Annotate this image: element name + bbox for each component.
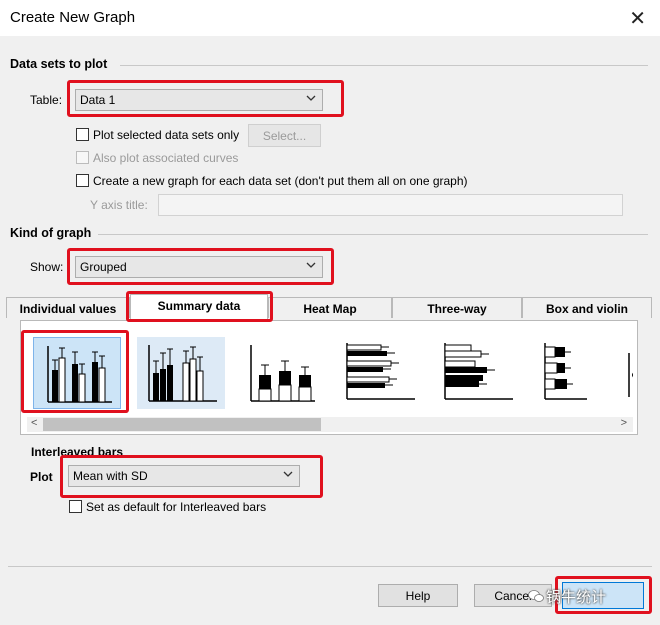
horizontal-interleaved-bars-icon — [346, 343, 415, 400]
table-label: Table: — [30, 93, 63, 107]
title-bar: Create New Graph ✕ — [0, 0, 660, 36]
chevron-down-icon — [306, 95, 316, 101]
graph-thumbnail-gallery — [27, 335, 633, 415]
thumbnail-horizontal-interleaved-bars[interactable] — [333, 337, 421, 409]
table-dropdown-value: Data 1 — [80, 93, 116, 107]
show-dropdown[interactable]: Grouped — [75, 256, 323, 278]
window-title: Create New Graph — [10, 9, 136, 26]
thumbnail-grouped-points[interactable] — [625, 337, 633, 409]
table-dropdown[interactable]: Data 1 — [75, 89, 323, 111]
thumbnail-interleaved-bars[interactable] — [33, 337, 121, 409]
stacked-bars-icon — [250, 345, 315, 402]
horizontal-separated-bars-icon — [544, 343, 587, 400]
section-divider — [98, 234, 648, 235]
y-axis-title-input[interactable] — [158, 194, 623, 216]
tab-summary-data[interactable]: Summary data — [130, 294, 268, 320]
set-default-label: Set as default for Interleaved bars — [86, 500, 267, 514]
kind-of-graph-heading: Kind of graph — [10, 226, 92, 240]
plot-label: Plot — [30, 470, 53, 484]
separated-bars-icon — [148, 345, 217, 402]
thumbnail-separated-bars[interactable] — [137, 337, 225, 409]
y-axis-title-label: Y axis title: — [90, 198, 148, 212]
plot-dropdown[interactable]: Mean with SD — [68, 465, 300, 487]
chevron-down-icon — [306, 262, 316, 268]
plot-selected-checkbox[interactable] — [76, 128, 89, 141]
thumbnail-horizontal-stacked-bars[interactable] — [431, 337, 519, 409]
show-dropdown-value: Grouped — [80, 260, 127, 274]
plot-selected-label: Plot selected data sets only — [93, 128, 240, 142]
tab-heat-map[interactable]: Heat Map — [268, 297, 392, 318]
chat-bubble-icon — [528, 590, 544, 602]
interleaved-bars-icon — [47, 346, 112, 403]
scroll-right-icon[interactable]: > — [621, 417, 627, 429]
footer-divider — [8, 566, 652, 567]
select-button[interactable]: Select... — [248, 124, 321, 147]
data-sets-heading: Data sets to plot — [10, 57, 108, 71]
new-graph-label: Create a new graph for each data set (do… — [93, 174, 468, 188]
tab-three-way[interactable]: Three-way — [392, 297, 522, 318]
show-label: Show: — [30, 260, 64, 274]
chevron-down-icon — [283, 471, 293, 477]
gallery-scrollbar[interactable]: < > — [27, 417, 633, 432]
thumbnail-horizontal-separated-bars[interactable] — [527, 337, 615, 409]
scroll-left-icon[interactable]: < — [31, 417, 37, 429]
scrollbar-thumb[interactable] — [43, 418, 321, 431]
help-button[interactable]: Help — [378, 584, 458, 607]
new-graph-checkbox[interactable] — [76, 174, 89, 187]
tab-individual-values[interactable]: Individual values — [6, 297, 130, 318]
section-divider — [120, 65, 648, 66]
also-plot-checkbox[interactable] — [76, 151, 89, 164]
thumbnail-stacked-bars[interactable] — [237, 337, 325, 409]
close-icon[interactable]: ✕ — [629, 6, 646, 31]
graph-type-panel: < > — [20, 320, 638, 435]
interleaved-bars-heading: Interleaved bars — [31, 445, 124, 459]
plot-dropdown-value: Mean with SD — [73, 469, 148, 483]
tab-box-and-violin[interactable]: Box and violin — [522, 297, 652, 318]
also-plot-label: Also plot associated curves — [93, 151, 239, 165]
grouped-points-icon — [628, 353, 633, 397]
watermark-text: 锅牛统计 — [546, 589, 607, 606]
horizontal-stacked-bars-icon — [444, 343, 513, 400]
set-default-checkbox[interactable] — [69, 500, 82, 513]
